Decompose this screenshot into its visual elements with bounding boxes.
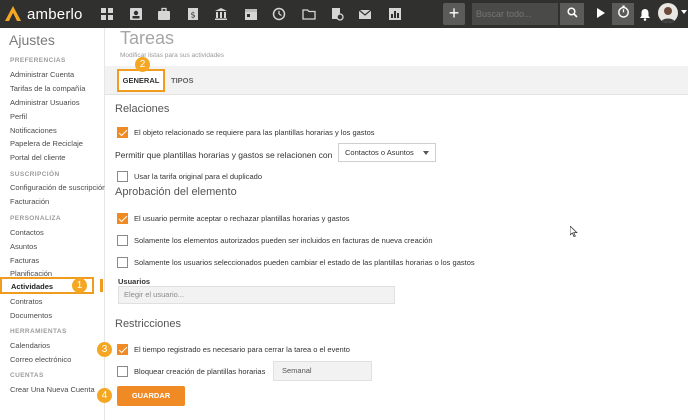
checkbox-row-block-creation[interactable]: Bloquear creación de plantillas horarias (117, 365, 265, 377)
checkbox-label: Bloquear creación de plantillas horarias (134, 366, 266, 376)
page-subtitle: Modificar listas para sus actividades (120, 52, 225, 59)
checkbox-user-accept[interactable] (117, 212, 128, 224)
active-indicator (100, 279, 103, 292)
play-icon (596, 5, 605, 23)
step-badge-3: 3 (97, 342, 112, 357)
dashboard-icon[interactable] (98, 5, 116, 23)
mail-icon[interactable] (356, 5, 374, 23)
timer-button[interactable] (612, 3, 634, 25)
block-period-select[interactable]: Semanal (273, 361, 372, 381)
tab-bar: GENERAL TIPOS (105, 66, 688, 95)
checkbox-row-original-rate[interactable]: Usar la tarifa original para el duplicad… (117, 170, 262, 182)
mouse-cursor-icon (569, 224, 578, 242)
search-button[interactable] (560, 3, 584, 25)
sidebar-item-perfil[interactable]: Perfil (10, 112, 27, 121)
add-new-button[interactable]: + (443, 3, 465, 25)
amberlo-logo-icon (4, 5, 22, 23)
select-value: Contactos o Asuntos (345, 148, 414, 157)
sidebar-item-tarifas[interactable]: Tarifas de la compañía (10, 84, 85, 93)
timer-history-icon[interactable] (270, 5, 288, 23)
main-content: Tareas Modificar listas para sus activid… (97, 28, 688, 420)
bank-icon[interactable] (212, 5, 230, 23)
checkbox-label: Usar la tarifa original para el duplicad… (134, 171, 262, 181)
checkbox-row-authorized[interactable]: Solamente los elementos autorizados pued… (117, 234, 433, 246)
sidebar-item-correo[interactable]: Correo electrónico (10, 355, 71, 364)
section-personaliza: PERSONALIZA (10, 215, 61, 222)
billing-icon[interactable]: $ (184, 5, 202, 23)
checkbox-original-rate[interactable] (117, 170, 128, 182)
sidebar-item-documentos[interactable]: Documentos (10, 311, 52, 320)
sidebar-item-calendarios[interactable]: Calendarios (10, 341, 50, 350)
sidebar-item-papelera[interactable]: Papelera de Reciclaje (10, 139, 83, 148)
checkbox-label: Solamente los usuarios seleccionados pue… (134, 257, 475, 267)
users-field-label: Usuarios (118, 277, 151, 286)
section-cuentas: CUENTAS (10, 372, 44, 379)
allow-relation-label: Permitir que plantillas horarias y gasto… (115, 150, 333, 160)
top-bar: amberlo $ + (0, 0, 688, 28)
reports-icon[interactable] (386, 5, 404, 23)
page-title: Tareas (120, 28, 175, 48)
sidebar-item-portal-cliente[interactable]: Portal del cliente (10, 153, 65, 162)
checkbox-required[interactable] (117, 126, 128, 138)
section-restricciones-heading: Restricciones (115, 318, 182, 330)
checkbox-label: El usuario permite aceptar o rechazar pl… (134, 213, 350, 223)
section-aprobacion-heading: Aprobación del elemento (115, 186, 237, 198)
sidebar-item-contratos[interactable]: Contratos (10, 297, 43, 306)
bell-icon[interactable] (638, 5, 652, 23)
document-settings-icon[interactable] (328, 5, 346, 23)
step-badge-1: 1 (72, 278, 87, 293)
step-badge-2: 2 (135, 57, 150, 72)
sidebar-title: Ajustes (9, 32, 55, 48)
section-relaciones-heading: Relaciones (115, 103, 170, 115)
search-icon (566, 5, 578, 23)
sidebar-item-administrar-cuenta[interactable]: Administrar Cuenta (10, 70, 74, 79)
sidebar-item-administrar-usuarios[interactable]: Administrar Usuarios (10, 98, 80, 107)
step-badge-4: 4 (97, 388, 112, 403)
stopwatch-icon (617, 5, 630, 23)
global-search-input[interactable] (472, 3, 558, 25)
checkbox-time-required[interactable] (117, 343, 128, 355)
folder-icon[interactable] (300, 5, 318, 23)
briefcase-icon[interactable] (155, 5, 173, 23)
settings-sidebar: Ajustes PREFERENCIAS Administrar Cuenta … (0, 28, 106, 420)
users-select-input[interactable]: Elegir el usuario... (118, 286, 395, 304)
sidebar-item-facturacion[interactable]: Facturación (10, 197, 49, 206)
contacts-icon[interactable] (127, 5, 145, 23)
checkbox-selected-users[interactable] (117, 256, 128, 268)
svg-text:$: $ (190, 11, 195, 20)
relation-target-select[interactable]: Contactos o Asuntos (338, 143, 436, 162)
chevron-down-icon[interactable] (681, 10, 687, 14)
checkbox-row-required[interactable]: El objeto relacionado se requiere para l… (117, 126, 375, 138)
tab-tipos[interactable]: TIPOS (171, 76, 194, 85)
tab-general[interactable]: GENERAL (117, 69, 165, 92)
calendar-icon[interactable] (242, 5, 260, 23)
checkbox-label: Solamente los elementos autorizados pued… (134, 235, 433, 245)
checkbox-authorized[interactable] (117, 234, 128, 246)
sidebar-item-asuntos[interactable]: Asuntos (10, 242, 37, 251)
sidebar-item-configuracion-suscripcion[interactable]: Configuración de suscripción (10, 183, 106, 192)
section-suscripcion: SUSCRIPCIÓN (10, 171, 60, 178)
sidebar-item-facturas[interactable]: Facturas (10, 256, 39, 265)
section-preferencias: PREFERENCIAS (10, 57, 66, 64)
sidebar-item-contactos[interactable]: Contactos (10, 228, 44, 237)
chevron-down-icon (423, 151, 429, 155)
start-timer-button[interactable] (590, 3, 610, 25)
checkbox-label: El tiempo registrado es necesario para c… (134, 344, 350, 354)
sidebar-item-crear-cuenta[interactable]: Crear Una Nueva Cuenta (10, 385, 95, 394)
logo-text: amberlo (27, 5, 83, 23)
checkbox-row-selected-users[interactable]: Solamente los usuarios seleccionados pue… (117, 256, 475, 268)
sidebar-item-notificaciones[interactable]: Notificaciones (10, 126, 57, 135)
checkbox-label: El objeto relacionado se requiere para l… (134, 127, 375, 137)
checkbox-row-time-required[interactable]: El tiempo registrado es necesario para c… (117, 343, 350, 355)
section-herramientas: HERRAMIENTAS (10, 328, 67, 335)
sidebar-item-label: Actividades (11, 282, 54, 291)
save-button[interactable]: GUARDAR (117, 386, 185, 406)
logo[interactable]: amberlo (4, 3, 83, 25)
avatar[interactable] (658, 3, 678, 23)
checkbox-block-creation[interactable] (117, 365, 128, 377)
checkbox-row-user-accept[interactable]: El usuario permite aceptar o rechazar pl… (117, 212, 350, 224)
